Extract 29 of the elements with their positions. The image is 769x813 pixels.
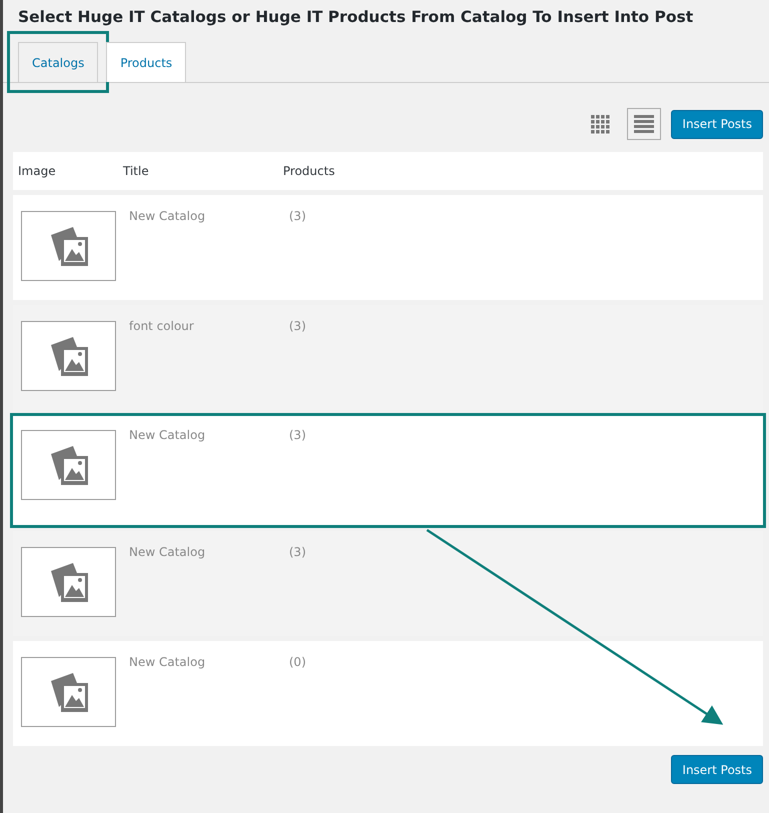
catalog-row[interactable]: New Catalog (0) [13, 641, 763, 746]
product-count: (3) [289, 427, 306, 442]
catalog-title: font colour [129, 318, 195, 333]
catalog-row[interactable]: New Catalog (3) [10, 413, 766, 528]
catalog-title: New Catalog [129, 427, 206, 442]
column-header: Image [17, 164, 57, 178]
insert-posts-button[interactable]: Insert Posts [671, 755, 763, 784]
product-count: (3) [289, 318, 306, 333]
list-view-button[interactable] [627, 108, 662, 140]
tab[interactable]: Products [106, 42, 186, 82]
product-count: (0) [289, 654, 306, 669]
image-placeholder-icon [48, 335, 88, 377]
list-view-icon [634, 115, 654, 133]
image-placeholder-icon [48, 225, 88, 267]
tab[interactable]: Catalogs [18, 42, 98, 82]
insert-posts-button[interactable]: Insert Posts [671, 110, 763, 138]
column-header: Products [283, 164, 335, 178]
image-placeholder-icon [48, 444, 88, 486]
product-count: (3) [289, 544, 306, 559]
image-placeholder-icon [48, 671, 88, 713]
image-placeholder-icon [48, 561, 88, 603]
dialog-title: Select Huge IT Catalogs or Huge IT Products From Catalog To Insert Into Post [17, 7, 694, 28]
catalog-title: New Catalog [129, 544, 206, 559]
catalog-row[interactable]: New Catalog (3) [13, 195, 763, 300]
catalog-title: New Catalog [129, 208, 206, 223]
column-header: Title [123, 164, 150, 178]
catalog-title: New Catalog [129, 654, 206, 669]
product-count: (3) [289, 208, 306, 223]
grid-view-icon [590, 114, 610, 134]
